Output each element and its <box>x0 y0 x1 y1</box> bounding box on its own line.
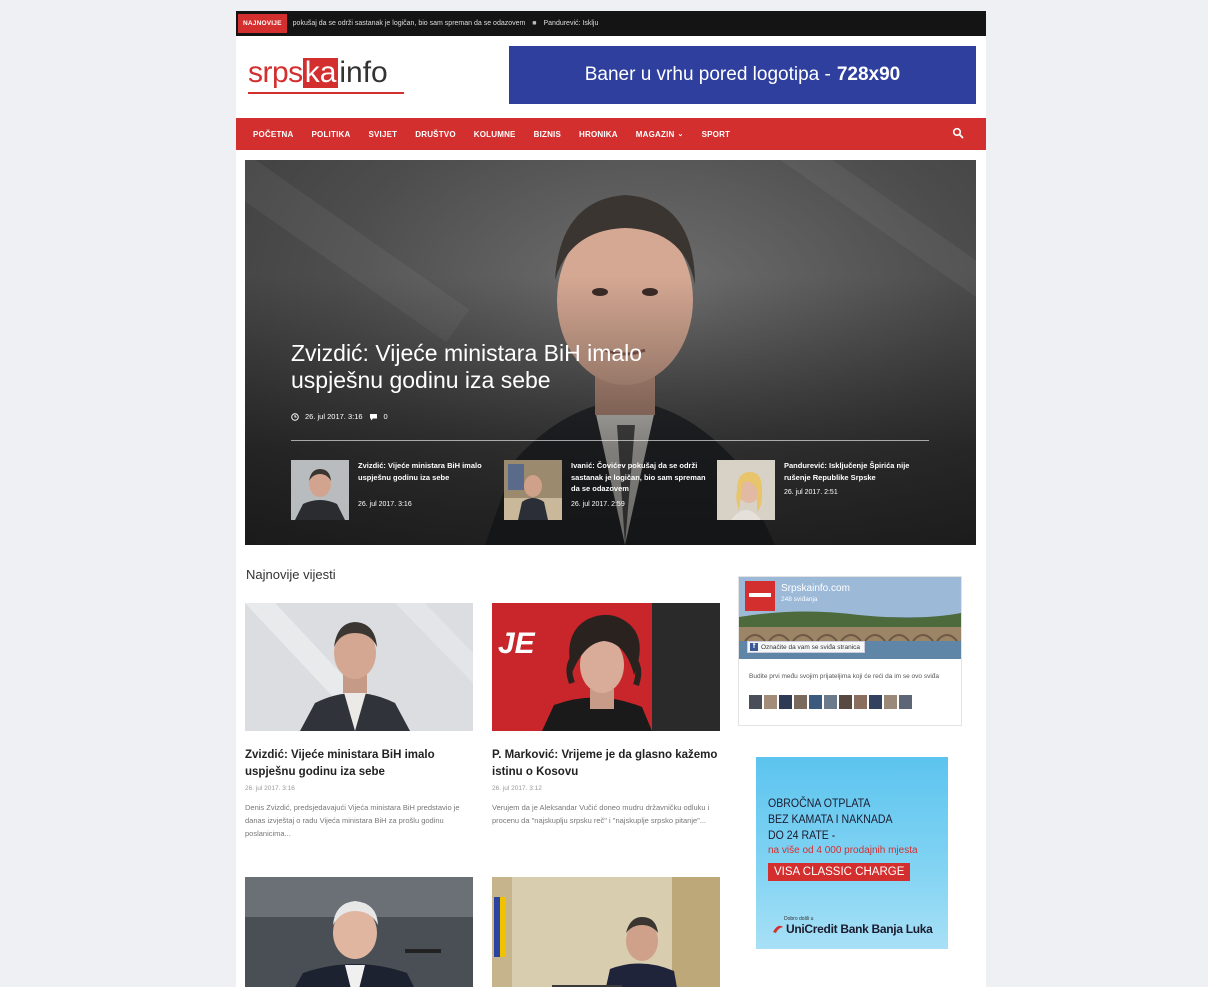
sidebar-bank-ad[interactable]: OBROČNA OTPLATA BEZ KAMATA I NAKNADA DO … <box>756 757 948 949</box>
news-card[interactable]: JE P. Marković: Vrijeme je da glasno kaž… <box>492 603 720 827</box>
news-card-title[interactable]: Zvizdić: Vijeće ministara BiH imalo uspj… <box>245 747 473 781</box>
ad-bank-logo: UniCredit Bank Banja Luka <box>772 922 933 936</box>
news-card-excerpt: Denis Zvizdić, predsjedavajući Vijeća mi… <box>245 803 460 838</box>
mini-thumbnail <box>291 460 349 520</box>
breaking-news-ticker: NAJNOVIJE pokušaj da se održi sastanak j… <box>236 11 986 36</box>
news-card[interactable]: Zvizdić: Vijeće ministara BiH imalo uspj… <box>245 603 473 840</box>
hero-divider <box>291 440 929 441</box>
banner-size: 728x90 <box>836 64 901 85</box>
hero-mini-article[interactable]: Ivanić: Čovićev pokušaj da se održi sast… <box>504 460 706 520</box>
fb-page-name[interactable]: Srpskainfo.com <box>781 583 850 594</box>
fb-friends-text: Budite prvi među svojim prijateljima koj… <box>749 673 940 680</box>
ad-subline: na više od 4 000 prodajnih mjesta <box>768 845 918 856</box>
news-card-excerpt: Verujem da je Aleksandar Vučić doneo mud… <box>492 803 710 825</box>
site-logo[interactable]: srps ka info <box>248 56 388 90</box>
nav-item-magazin-label: MAGAZIN <box>635 129 675 139</box>
news-card[interactable] <box>245 877 473 987</box>
fb-like-button[interactable]: f Označite da vam se sviđa stranica <box>747 641 865 653</box>
top-banner-ad[interactable]: Baner u vrhu pored logotipa -728x90 <box>509 46 976 104</box>
logo-underline <box>248 92 404 94</box>
fb-likes-count: 248 sviđanja <box>781 596 818 603</box>
mini-title[interactable]: Pandurević: Isključenje Špirića nije ruš… <box>784 460 919 483</box>
news-card[interactable] <box>492 877 720 987</box>
news-card-image[interactable] <box>492 877 720 987</box>
hero-featured-article[interactable]: Zvizdić: Vijeće ministara BiH imalo uspj… <box>245 160 976 545</box>
hero-comments-count[interactable]: 0 <box>384 412 388 421</box>
banner-text: Baner u vrhu pored logotipa - <box>584 64 831 85</box>
ad-line-1: OBROČNA OTPLATA <box>768 796 871 810</box>
nav-item-sport[interactable]: SPORT <box>702 130 731 139</box>
avatar[interactable] <box>899 695 912 709</box>
nav-item-drustvo[interactable]: DRUŠTVO <box>415 130 456 139</box>
news-card-image-text: JE <box>498 627 536 660</box>
mini-date: 26. jul 2017. 2:59 <box>571 501 625 508</box>
mini-title[interactable]: Zvizdić: Vijeće ministara BiH imalo uspj… <box>358 460 493 483</box>
avatar[interactable] <box>794 695 807 709</box>
ticker-item[interactable]: pokušaj da se održi sastanak je logičan,… <box>293 20 526 27</box>
mini-date: 26. jul 2017. 3:16 <box>358 501 412 508</box>
mini-title[interactable]: Ivanić: Čovićev pokušaj da se održi sast… <box>571 460 706 495</box>
clock-icon <box>291 412 299 421</box>
page: NAJNOVIJE pokušaj da se održi sastanak j… <box>236 11 986 987</box>
ad-cta[interactable]: VISA CLASSIC CHARGE <box>768 863 911 881</box>
ticker-separator: ■ <box>532 20 537 27</box>
news-card-image[interactable]: JE <box>492 603 720 731</box>
ticker-items[interactable]: pokušaj da se održi sastanak je logičan,… <box>293 20 599 27</box>
hero-meta: 26. jul 2017. 3:16 0 <box>291 412 388 421</box>
hero-mini-article[interactable]: Pandurević: Isključenje Špirića nije ruš… <box>717 460 917 520</box>
fb-like-button-label: Označite da vam se sviđa stranica <box>761 643 860 651</box>
unicredit-logo-icon <box>773 925 783 933</box>
search-icon[interactable] <box>952 127 964 139</box>
avatar[interactable] <box>884 695 897 709</box>
nav-item-magazin[interactable]: MAGAZIN ⌄ <box>636 130 684 139</box>
ticker-badge: NAJNOVIJE <box>238 14 287 33</box>
news-card-date: 26. jul 2017. 3:12 <box>492 785 542 792</box>
fb-friend-faces <box>749 695 912 709</box>
nav-item-svijet[interactable]: SVIJET <box>368 130 397 139</box>
main-nav: POČETNA POLITIKA SVIJET DRUŠTVO KOLUMNE … <box>236 118 986 150</box>
nav-item-biznis[interactable]: BIZNIS <box>534 130 561 139</box>
logo-info: info <box>339 56 388 89</box>
ad-bank-name: UniCredit Bank Banja Luka <box>786 922 933 936</box>
news-card-date: 26. jul 2017. 3:16 <box>245 785 295 792</box>
hero-mini-article[interactable]: Zvizdić: Vijeće ministara BiH imalo uspj… <box>291 460 491 520</box>
hero-title[interactable]: Zvizdić: Vijeće ministara BiH imalo uspj… <box>291 340 731 394</box>
avatar[interactable] <box>824 695 837 709</box>
nav-item-kolumne[interactable]: KOLUMNE <box>474 130 516 139</box>
facebook-icon: f <box>750 643 758 651</box>
avatar[interactable] <box>869 695 882 709</box>
section-title: Najnovije vijesti <box>246 567 336 582</box>
logo-srpska: srps <box>248 56 303 89</box>
avatar[interactable] <box>809 695 822 709</box>
nav-item-pocetna[interactable]: POČETNA <box>253 130 294 139</box>
news-card-image[interactable] <box>245 603 473 731</box>
ad-headline: OBROČNA OTPLATA BEZ KAMATA I NAKNADA DO … <box>768 795 893 843</box>
ad-line-3: DO 24 RATE - <box>768 828 836 842</box>
comments-icon <box>369 413 377 420</box>
mini-thumbnail <box>504 460 562 520</box>
ticker-item[interactable]: Pandurević: Isklju <box>543 20 598 27</box>
ad-line-2: BEZ KAMATA I NAKNADA <box>768 812 893 826</box>
avatar[interactable] <box>764 695 777 709</box>
chevron-down-icon: ⌄ <box>677 131 684 138</box>
avatar[interactable] <box>839 695 852 709</box>
mini-thumbnail <box>717 460 775 520</box>
avatar[interactable] <box>779 695 792 709</box>
avatar[interactable] <box>854 695 867 709</box>
news-card-title[interactable]: P. Marković: Vrijeme je da glasno kažemo… <box>492 747 720 781</box>
facebook-page-widget[interactable]: Srpskainfo.com 248 sviđanja f Označite d… <box>738 576 962 726</box>
hero-date: 26. jul 2017. 3:16 <box>305 412 363 421</box>
site-header: srps ka info Baner u vrhu pored logotipa -… <box>236 36 986 118</box>
avatar[interactable] <box>749 695 762 709</box>
nav-item-politika[interactable]: POLITIKA <box>312 130 351 139</box>
mini-date: 26. jul 2017. 2:51 <box>784 489 838 496</box>
nav-item-hronika[interactable]: HRONIKA <box>579 130 618 139</box>
logo-ka: ka <box>302 56 339 89</box>
news-card-image[interactable] <box>245 877 473 987</box>
